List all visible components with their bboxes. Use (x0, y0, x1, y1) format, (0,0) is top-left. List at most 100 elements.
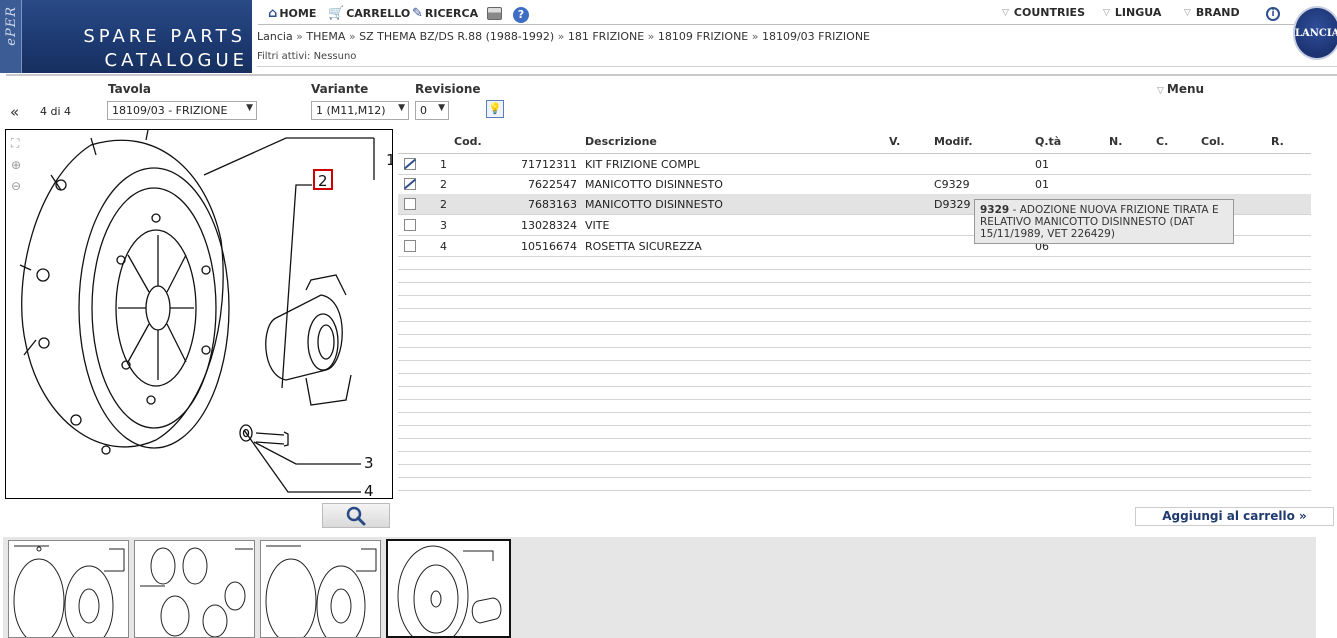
callout-label-4[interactable]: 4 (364, 482, 374, 498)
top-navigation: ⌂ HOME 🛒 CARRELLO ✎ RICERCA ? ▽ COUNTRIE… (258, 3, 1298, 25)
thumbnail-drawing (397, 545, 502, 636)
thumbnail-drawing (13, 545, 125, 637)
nav-search[interactable]: ✎ RICERCA (412, 6, 478, 21)
nav-brand-label: BRAND (1195, 6, 1240, 19)
lightbulb-icon[interactable]: 💡 (486, 100, 504, 118)
thumbnail-drawing (265, 545, 377, 637)
row-checkbox[interactable] (404, 219, 416, 231)
row-qta: 01 (1035, 158, 1049, 171)
search-icon: ✎ (412, 6, 423, 21)
chevron-down-icon: ▼ (438, 103, 445, 113)
help-button[interactable]: ? (513, 7, 529, 23)
empty-row (398, 296, 1311, 309)
breadcrumb-item[interactable]: THEMA (306, 30, 345, 43)
zoom-out-icon[interactable]: ⊖ (11, 179, 25, 193)
col-r: R. (1271, 135, 1284, 148)
modification-tooltip: 9329 - ADOZIONE NUOVA FRIZIONE TIRATA E … (974, 199, 1234, 244)
menu-label: Menu (1166, 82, 1205, 96)
callout-label-2[interactable]: 2 (318, 172, 328, 190)
table-row[interactable]: 2 7622547 MANICOTTO DISINNESTO C9329 01 (398, 174, 1311, 195)
breadcrumb-item[interactable]: Lancia (257, 30, 293, 43)
row-checkbox[interactable] (404, 198, 416, 210)
table-row[interactable]: 1 71712311 KIT FRIZIONE COMPL 01 (398, 154, 1311, 175)
thumbnail-table-2[interactable] (134, 540, 255, 638)
empty-row (398, 478, 1311, 491)
breadcrumb-item[interactable]: 181 FRIZIONE (568, 30, 644, 43)
empty-row (398, 283, 1311, 296)
menu-button[interactable]: ▽ Menu (1157, 82, 1204, 96)
row-pos: 3 (440, 219, 447, 232)
empty-row (398, 270, 1311, 283)
help-icon: ? (513, 7, 529, 23)
chevron-down-icon: ▽ (1002, 7, 1009, 18)
previous-table-button[interactable]: « (10, 103, 19, 121)
row-checkbox-disabled (404, 158, 416, 170)
tavola-label: Tavola (108, 82, 152, 96)
table-pager: 4 di 4 (40, 105, 72, 118)
clutch-exploded-diagram: 1 2 3 4 (19, 130, 392, 498)
nav-home-label: HOME (279, 7, 317, 20)
add-to-cart-button[interactable]: Aggiungi al carrello » (1135, 507, 1334, 526)
row-cod: 7683163 (528, 198, 577, 211)
nav-language[interactable]: ▽ LINGUA (1103, 6, 1161, 19)
empty-row (398, 374, 1311, 387)
breadcrumb-item[interactable]: 18109 FRIZIONE (658, 30, 748, 43)
print-button[interactable] (487, 7, 502, 20)
variante-label: Variante (311, 82, 369, 96)
info-button[interactable]: i (1266, 7, 1280, 21)
row-pos: 2 (440, 178, 447, 191)
callout-label-3[interactable]: 3 (364, 454, 374, 472)
magnify-button[interactable] (322, 503, 390, 528)
row-checkbox[interactable] (404, 240, 416, 252)
breadcrumb-item[interactable]: SZ THEMA BZ/DS R.88 (1988-1992) (359, 30, 554, 43)
chevron-down-icon: ▽ (1184, 7, 1191, 18)
variante-select-value: 1 (M11,M12) (316, 104, 386, 117)
thumbnail-drawing (140, 547, 253, 637)
thumbnail-table-4-selected[interactable] (386, 539, 511, 638)
tooltip-text: - ADOZIONE NUOVA FRIZIONE TIRATA E RELAT… (980, 204, 1219, 240)
table-thumbnails (3, 537, 1316, 638)
chevron-down-icon: ▼ (246, 103, 253, 113)
col-cod: Cod. (454, 135, 482, 148)
thumbnail-table-1[interactable] (8, 540, 129, 638)
row-cod: 7622547 (528, 178, 577, 191)
row-pos: 2 (440, 198, 447, 211)
callout-label-1[interactable]: 1 (386, 151, 392, 169)
row-modif[interactable]: D9329 (934, 198, 970, 211)
eper-logo: ePER SPARE PARTS CATALOGUE (0, 0, 252, 73)
empty-row (398, 348, 1311, 361)
row-checkbox-disabled (404, 178, 416, 190)
nav-brand[interactable]: ▽ BRAND (1184, 6, 1240, 19)
divider (257, 66, 1337, 67)
nav-home[interactable]: ⌂ HOME (268, 6, 316, 21)
revisione-select[interactable]: 0 ▼ (415, 101, 449, 120)
nav-cart[interactable]: 🛒 CARRELLO (328, 6, 410, 21)
empty-row (398, 400, 1311, 413)
empty-row (398, 452, 1311, 465)
tavola-select[interactable]: 18109/03 - FRIZIONE ▼ (107, 101, 257, 120)
parts-drawing[interactable]: ⛶ ⊕ ⊖ 2 3 4 (5, 129, 393, 499)
row-desc: MANICOTTO DISINNESTO (585, 178, 723, 191)
col-n: N. (1109, 135, 1123, 148)
empty-row (398, 257, 1311, 270)
lancia-logo[interactable]: LANCIA (1293, 6, 1337, 60)
thumbnail-table-3[interactable] (260, 540, 381, 638)
logo-line2: CATALOGUE (104, 50, 248, 71)
nav-countries[interactable]: ▽ COUNTRIES (1002, 6, 1085, 19)
row-cod: 10516674 (521, 240, 577, 253)
empty-row (398, 465, 1311, 478)
logo-side-strip: ePER (0, 0, 22, 73)
row-desc: ROSETTA SICUREZZA (585, 240, 702, 253)
variante-select[interactable]: 1 (M11,M12) ▼ (311, 101, 409, 120)
row-desc: MANICOTTO DISINNESTO (585, 198, 723, 211)
fit-screen-icon[interactable]: ⛶ (11, 136, 25, 150)
col-v: V. (889, 135, 901, 148)
empty-row (398, 322, 1311, 335)
revisione-select-value: 0 (420, 104, 427, 117)
chevron-down-icon: ▽ (1103, 7, 1110, 18)
printer-icon (487, 7, 502, 20)
zoom-in-icon[interactable]: ⊕ (11, 158, 25, 172)
row-qta: 01 (1035, 178, 1049, 191)
col-descrizione: Descrizione (585, 135, 657, 148)
chevron-down-icon: ▼ (398, 103, 405, 113)
